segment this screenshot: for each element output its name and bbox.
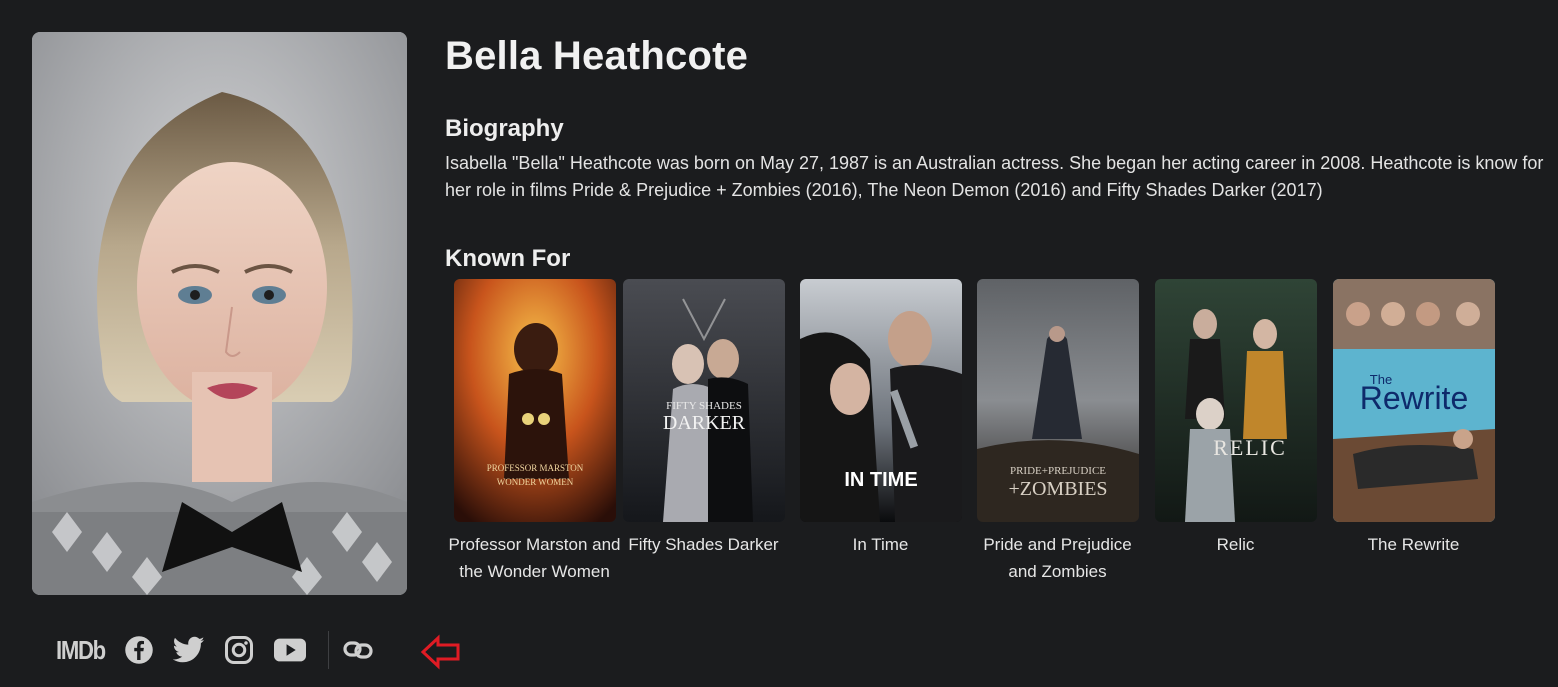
svg-text:PROFESSOR MARSTON: PROFESSOR MARSTON [486, 463, 583, 473]
imdb-link[interactable]: IMDb [56, 630, 106, 670]
svg-text:RELIC: RELIC [1213, 435, 1287, 460]
svg-text:WONDER WOMEN: WONDER WOMEN [496, 477, 573, 487]
movie-poster[interactable]: FIFTY SHADES DARKER [622, 279, 785, 522]
movie-title[interactable]: Fifty Shades Darker [616, 531, 791, 558]
person-name: Bella Heathcote [445, 34, 749, 78]
biography-heading: Biography [445, 115, 564, 142]
movie-title[interactable]: In Time [793, 531, 968, 558]
movie-poster[interactable]: PRIDE+PREJUDICE +ZOMBIES [976, 279, 1139, 522]
annotation-arrow-icon [420, 634, 460, 670]
social-links: IMDb [56, 630, 375, 670]
youtube-icon[interactable] [264, 630, 316, 670]
person-details: Bella Heathcote Biography Isabella "Bell… [445, 30, 1545, 274]
svg-text:Rewrite: Rewrite [1359, 380, 1467, 416]
profile-photo [32, 32, 407, 595]
svg-text:DARKER: DARKER [662, 412, 745, 434]
movie-card[interactable]: The Rewrite The Rewrite [1326, 279, 1501, 558]
movie-poster[interactable]: PROFESSOR MARSTON WONDER WOMEN [453, 279, 616, 522]
movie-card[interactable]: PROFESSOR MARSTON WONDER WOMEN Professor… [447, 279, 622, 585]
svg-text:+ZOMBIES: +ZOMBIES [1008, 478, 1107, 500]
svg-text:PRIDE+PREJUDICE: PRIDE+PREJUDICE [1009, 465, 1105, 477]
movie-card[interactable]: PRIDE+PREJUDICE +ZOMBIES Pride and Preju… [970, 279, 1145, 585]
movie-card[interactable]: FIFTY SHADES DARKER Fifty Shades Darker [616, 279, 791, 558]
biography-text: Isabella "Bella" Heathcote was born on M… [445, 153, 1544, 200]
svg-text:FIFTY SHADES: FIFTY SHADES [666, 400, 742, 412]
movie-title[interactable]: Relic [1148, 531, 1323, 558]
movie-title[interactable]: Professor Marston and the Wonder Women [447, 531, 622, 585]
social-separator [328, 631, 329, 669]
movie-title[interactable]: Pride and Prejudice and Zombies [970, 531, 1145, 585]
movie-poster[interactable]: IN TIME [799, 279, 962, 522]
link-icon[interactable] [341, 630, 375, 670]
known-for-list: PROFESSOR MARSTON WONDER WOMEN Professor… [447, 279, 1510, 619]
movie-poster[interactable]: The Rewrite [1332, 279, 1495, 522]
twitter-icon[interactable] [164, 630, 214, 670]
facebook-icon[interactable] [114, 630, 164, 670]
movie-title[interactable]: The Rewrite [1326, 531, 1501, 558]
movie-card[interactable]: IN TIME In Time [793, 279, 968, 558]
known-for-heading: Known For [445, 245, 571, 272]
instagram-icon[interactable] [214, 630, 264, 670]
movie-poster[interactable]: RELIC [1154, 279, 1317, 522]
svg-text:IN TIME: IN TIME [844, 469, 917, 491]
movie-card[interactable]: RELIC Relic [1148, 279, 1323, 558]
